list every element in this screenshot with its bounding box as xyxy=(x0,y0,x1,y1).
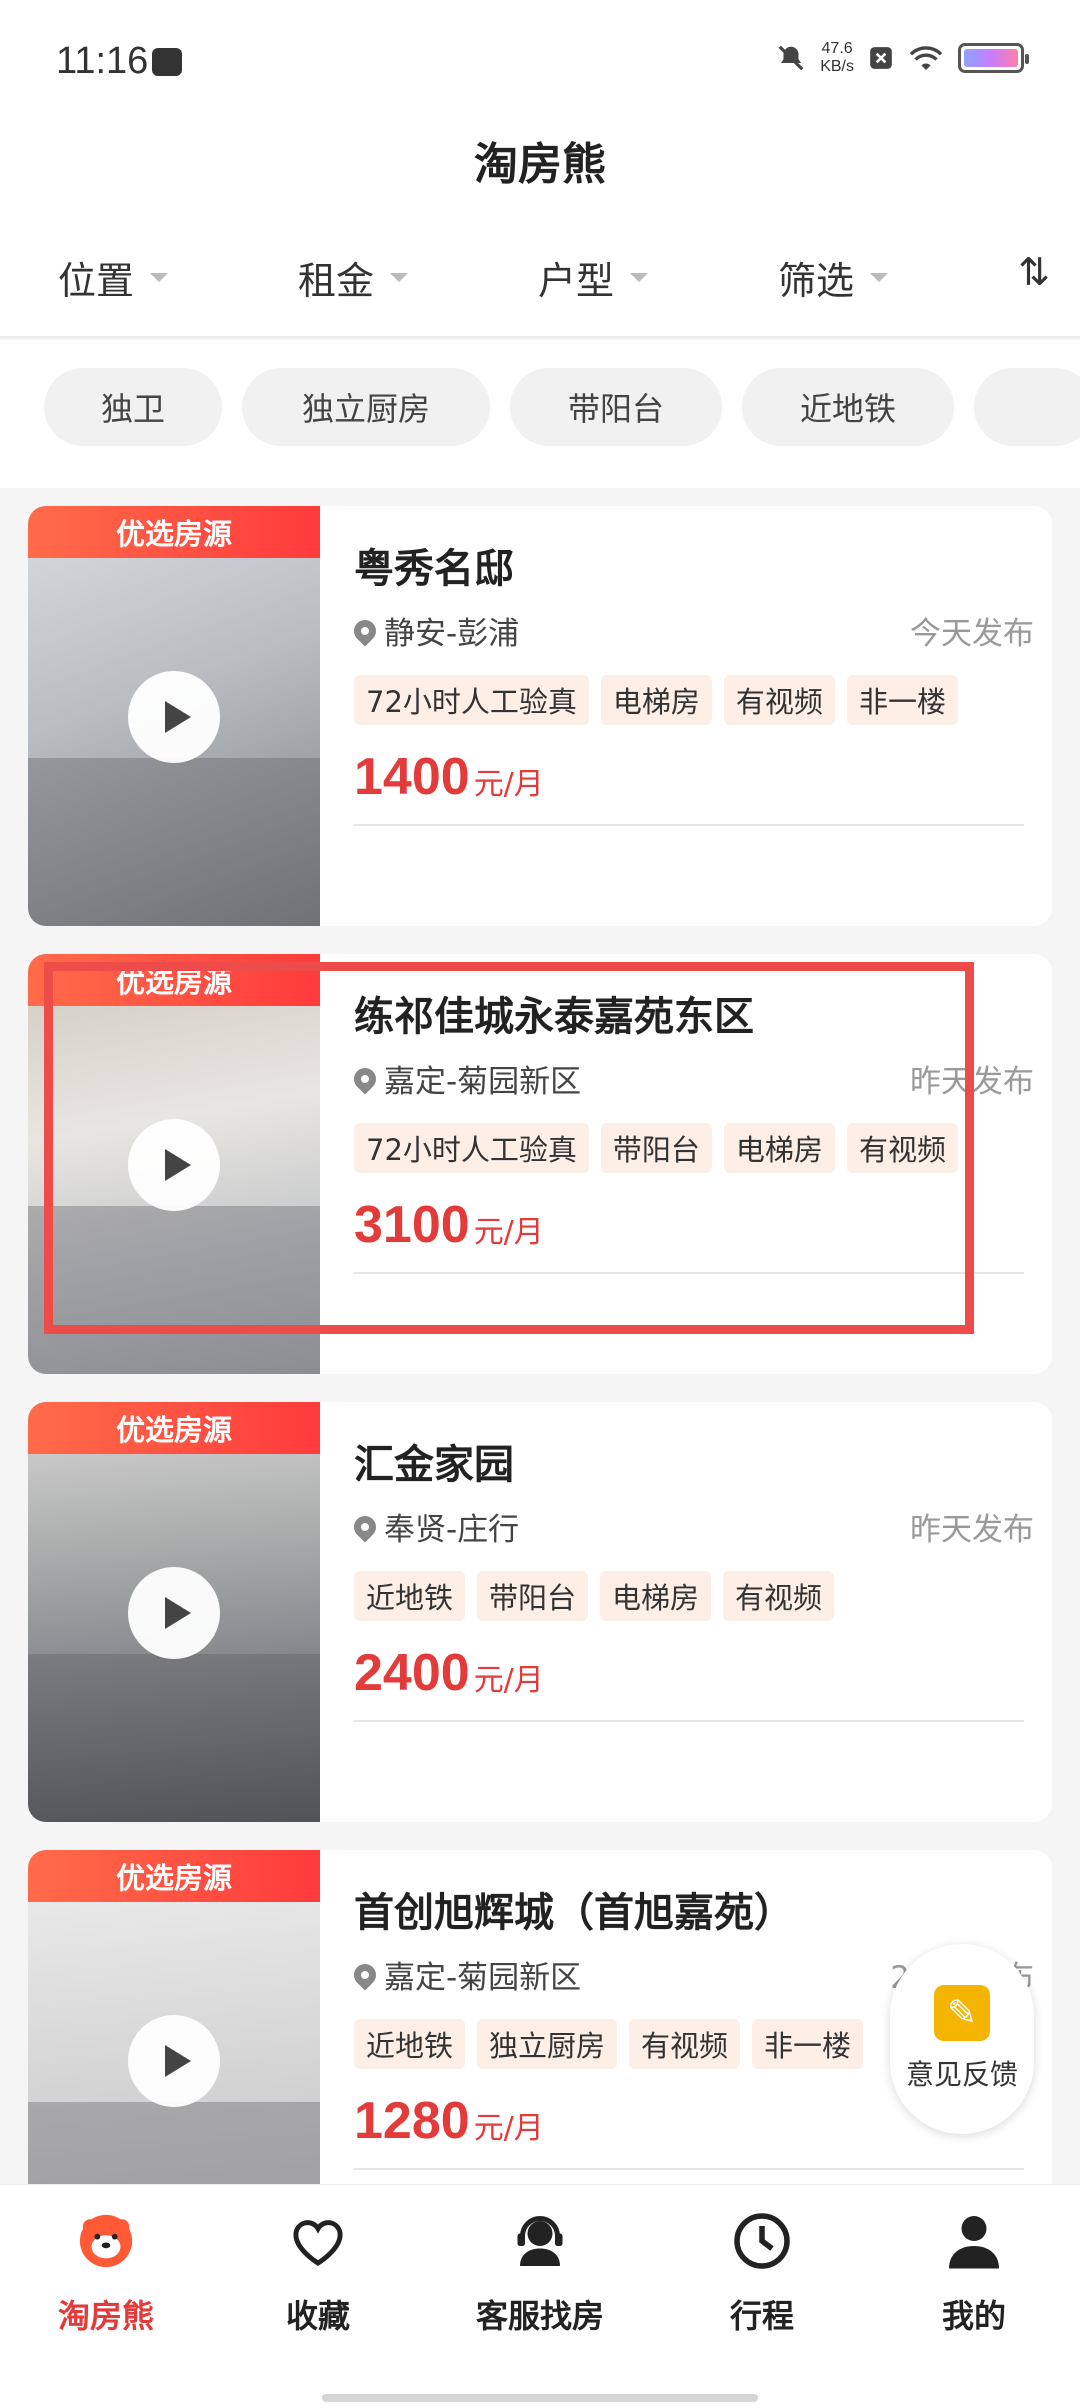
feature-chip: 有视频 xyxy=(723,675,835,725)
tab-service[interactable]: 客服找房 xyxy=(440,2209,640,2337)
feature-chip: 电梯房 xyxy=(600,1571,712,1621)
status-indicators: 47.6 KB/s xyxy=(776,40,1029,76)
feature-chip: 非一楼 xyxy=(846,675,958,725)
play-video-icon[interactable] xyxy=(128,1567,220,1659)
featured-badge: 优选房源 xyxy=(28,506,320,558)
tab-favorites-label: 收藏 xyxy=(285,2297,350,2335)
featured-badge: 优选房源 xyxy=(28,1402,320,1454)
listing-photo: 优选房源 xyxy=(28,506,320,926)
filter-location-label: 位置 xyxy=(58,259,135,303)
caret-down-icon xyxy=(870,273,889,282)
divider xyxy=(354,1720,1024,1722)
bottom-tab-bar: 淘房熊 收藏 客服找房 行程 我的 xyxy=(0,2184,1080,2408)
price-unit: 元/月 xyxy=(473,1663,544,1698)
edit-note-icon: ✎ xyxy=(934,1985,990,2041)
wifi-icon xyxy=(909,46,943,70)
feature-chip: 近地铁 xyxy=(354,2019,466,2069)
status-bar: 11:16 47.6 KB/s xyxy=(0,0,1080,120)
listing-location: 静安-彭浦 xyxy=(384,616,520,652)
feedback-button[interactable]: ✎ 意见反馈 xyxy=(890,1944,1034,2134)
listing-location: 奉贤-庄行 xyxy=(384,1512,520,1548)
play-video-icon[interactable] xyxy=(128,2015,220,2107)
listing-date: 昨天发布 xyxy=(910,1512,1034,1548)
message-notification-icon xyxy=(152,48,182,76)
feature-chip: 非一楼 xyxy=(752,2019,864,2069)
location-pin-icon xyxy=(349,614,381,647)
tab-schedule-label: 行程 xyxy=(729,2297,794,2335)
tag-pill-partial[interactable] xyxy=(974,368,1080,446)
tag-pill-near-metro[interactable]: 近地铁 xyxy=(742,368,954,446)
price-unit: 元/月 xyxy=(473,2111,544,2146)
play-video-icon[interactable] xyxy=(128,671,220,763)
tab-profile-label: 我的 xyxy=(941,2297,1006,2335)
listing-card[interactable]: 优选房源 粤秀名邸 静安-彭浦 今天发布 72小时人工验真 电梯房 有视频 非一… xyxy=(28,506,1052,926)
feature-chip: 近地铁 xyxy=(354,1571,466,1621)
featured-badge: 优选房源 xyxy=(28,1850,320,1902)
feature-chip: 电梯房 xyxy=(600,675,712,725)
filter-layout-label: 户型 xyxy=(538,259,615,303)
filter-rent[interactable]: 租金 xyxy=(298,250,409,305)
headset-agent-icon xyxy=(508,2209,572,2273)
tab-service-label: 客服找房 xyxy=(475,2297,604,2335)
network-speed-unit: KB/s xyxy=(820,58,854,75)
filter-layout[interactable]: 户型 xyxy=(538,250,649,305)
sort-icon[interactable]: ⇅ xyxy=(1018,250,1050,294)
clock-icon xyxy=(730,2209,794,2273)
tab-home[interactable]: 淘房熊 xyxy=(6,2209,206,2337)
mute-bell-icon xyxy=(778,45,804,71)
tab-profile[interactable]: 我的 xyxy=(874,2209,1074,2337)
listing-title: 汇金家园 xyxy=(354,1442,514,1488)
tag-pill-private-bath[interactable]: 独卫 xyxy=(44,368,222,446)
feature-chip: 独立厨房 xyxy=(477,2019,618,2069)
feature-chip: 有视频 xyxy=(723,1571,835,1621)
feature-chip: 带阳台 xyxy=(477,1571,589,1621)
battery-icon xyxy=(958,43,1029,73)
app-header: 淘房熊 xyxy=(0,120,1080,220)
home-indicator xyxy=(322,2394,758,2402)
close-box-icon xyxy=(870,47,892,69)
listing-title: 粤秀名邸 xyxy=(354,546,514,592)
filter-location[interactable]: 位置 xyxy=(58,250,169,305)
tab-favorites[interactable]: 收藏 xyxy=(218,2209,418,2337)
filter-bar: 位置 租金 户型 筛选 ⇅ xyxy=(0,220,1080,338)
divider xyxy=(354,824,1024,826)
listing-card[interactable]: 优选房源 汇金家园 奉贤-庄行 昨天发布 近地铁 带阳台 电梯房 有视频 240… xyxy=(28,1402,1052,1822)
tab-home-label: 淘房熊 xyxy=(57,2297,154,2335)
status-time: 11:16 xyxy=(56,40,149,82)
feature-chip: 72小时人工验真 xyxy=(354,675,589,725)
listing-date: 今天发布 xyxy=(910,616,1034,652)
tab-schedule[interactable]: 行程 xyxy=(662,2209,862,2337)
network-speed-value: 47.6 xyxy=(821,40,853,57)
listing-photo: 优选房源 xyxy=(28,1402,320,1822)
network-speed: 47.6 KB/s xyxy=(820,40,854,76)
location-pin-icon xyxy=(349,1510,381,1543)
caret-down-icon xyxy=(150,273,169,282)
tag-pill-balcony[interactable]: 带阳台 xyxy=(510,368,722,446)
divider xyxy=(354,2168,1024,2170)
feedback-label: 意见反馈 xyxy=(905,2058,1018,2091)
heart-icon xyxy=(286,2209,350,2273)
quick-tag-bar: 独卫 独立厨房 带阳台 近地铁 xyxy=(0,340,1080,488)
listing-location: 嘉定-菊园新区 xyxy=(384,1960,582,1996)
listing-price: 2400 xyxy=(354,1644,470,1702)
caret-down-icon xyxy=(390,273,409,282)
filter-more-label: 筛选 xyxy=(778,259,855,303)
listing-title: 首创旭辉城（首旭嘉苑） xyxy=(354,1890,794,1936)
person-icon xyxy=(942,2209,1006,2273)
feature-chip: 有视频 xyxy=(629,2019,741,2069)
listing-price: 1400 xyxy=(354,748,470,806)
filter-rent-label: 租金 xyxy=(298,259,375,303)
page-title: 淘房熊 xyxy=(474,139,606,190)
price-unit: 元/月 xyxy=(473,767,544,802)
caret-down-icon xyxy=(630,273,649,282)
filter-more[interactable]: 筛选 xyxy=(778,250,889,305)
location-pin-icon xyxy=(349,1958,381,1991)
listing-price: 1280 xyxy=(354,2092,470,2150)
selection-highlight xyxy=(44,962,974,1334)
tag-pill-private-kitchen[interactable]: 独立厨房 xyxy=(242,368,490,446)
bear-logo-icon xyxy=(74,2209,138,2273)
